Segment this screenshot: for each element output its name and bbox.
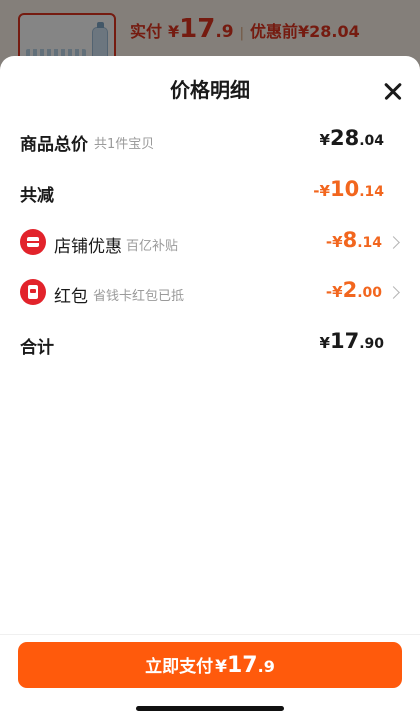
goods-total-integer: 28 [329,126,360,150]
goods-total-prefix: ¥ [319,131,330,149]
pay-button-currency: ¥ [215,657,227,677]
sum-decimal: .90 [359,336,384,352]
red-packet-prefix: -¥ [325,283,343,301]
shop-discount-sub: 百亿补贴 [126,239,179,254]
row-shop-discount[interactable]: 店铺优惠 百亿补贴 -¥ 8 .14 [0,224,420,264]
pay-button-label: 立即支付 [145,657,214,677]
shop-discount-prefix: -¥ [325,233,343,251]
shop-icon [20,229,46,255]
red-packet-icon [20,279,46,305]
row-red-packet[interactable]: 红包 省钱卡红包已抵 -¥ 2 .00 [0,274,420,314]
red-packet-decimal: .00 [357,285,382,301]
red-packet-integer: 2 [342,278,358,302]
sum-prefix: ¥ [319,334,330,352]
reduction-label: 共减 [20,186,54,206]
row-total-reduction: 共减 -¥ 10 .14 [0,173,420,213]
sum-integer: 17 [329,329,360,353]
sum-amount: ¥ 17 .90 [320,329,384,353]
reduction-prefix: -¥ [313,182,330,200]
goods-total-label: 商品总价 [20,135,88,155]
bottom-divider [0,634,420,635]
reduction-amount: -¥ 10 .14 [313,177,384,201]
price-detail-sheet: 价格明细 商品总价 共1件宝贝 ¥ 28 .04 共减 -¥ 10 .14 店铺… [0,56,420,720]
shop-discount-decimal: .14 [357,235,382,251]
sheet-title: 价格明细 [170,78,250,102]
close-icon[interactable] [380,78,406,104]
goods-total-count: 共1件宝贝 [94,137,155,152]
chevron-right-icon [387,286,400,299]
goods-total-amount: ¥ 28 .04 [320,126,384,150]
red-packet-sub: 省钱卡红包已抵 [93,289,185,304]
home-indicator[interactable] [136,706,284,711]
pay-button-integer: 17 [227,653,258,678]
row-sum: 合计 ¥ 17 .90 [0,325,420,365]
reduction-integer: 10 [329,177,360,201]
chevron-right-icon [387,236,400,249]
shop-discount-integer: 8 [342,228,358,252]
pay-button-decimal: .9 [257,657,275,676]
red-packet-label: 红包 [54,287,88,307]
sum-label: 合计 [20,338,54,358]
row-goods-total: 商品总价 共1件宝贝 ¥ 28 .04 [0,122,420,162]
pay-now-button[interactable]: 立即支付 ¥ 17 .9 [18,642,402,688]
red-packet-amount: -¥ 2 .00 [326,278,382,302]
reduction-decimal: .14 [359,184,384,200]
shop-discount-label: 店铺优惠 [54,237,122,257]
shop-discount-amount: -¥ 8 .14 [326,228,382,252]
goods-total-decimal: .04 [359,133,384,149]
